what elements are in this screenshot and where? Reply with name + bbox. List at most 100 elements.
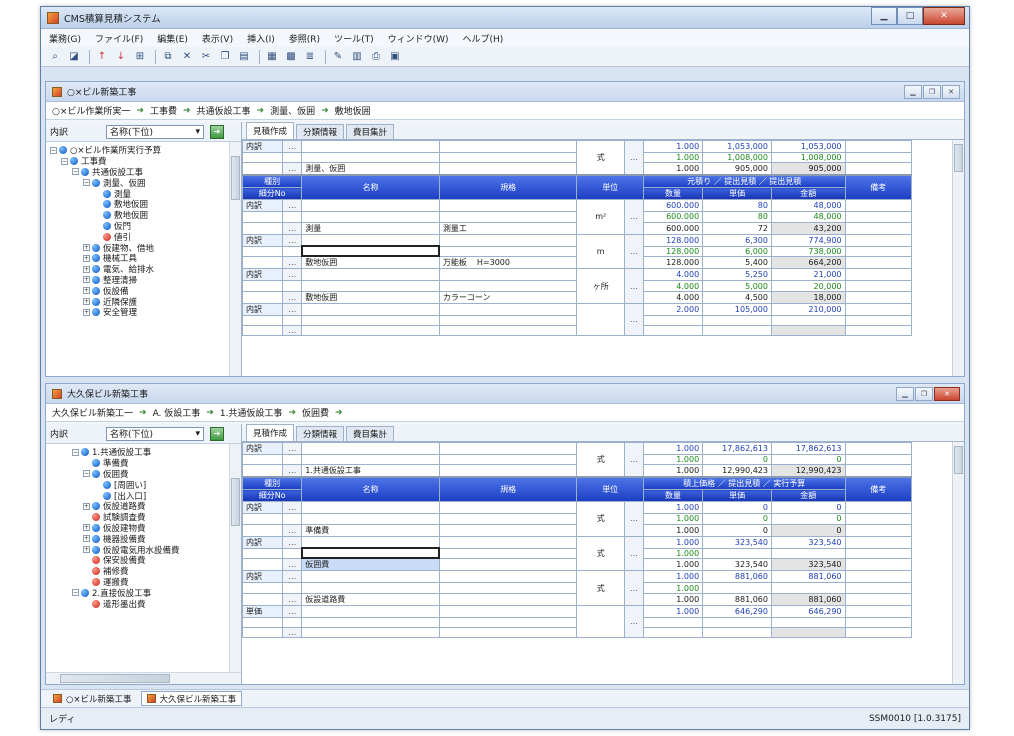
subno-cell[interactable]	[242, 280, 284, 292]
subno-cell[interactable]	[242, 592, 284, 606]
quantity-cell[interactable]	[642, 616, 704, 628]
row-type-cell[interactable]: 内訳	[242, 570, 284, 584]
row-type-cell[interactable]: 内訳	[242, 140, 284, 153]
expand-icon[interactable]: +	[83, 308, 90, 316]
table-row[interactable]: 内訳… 式… 1.000 323,540 323,540	[242, 535, 913, 572]
note-cell[interactable]	[844, 453, 913, 466]
spec-cell[interactable]	[438, 140, 578, 153]
amount-cell[interactable]: 738,000	[770, 245, 846, 257]
ellipsis-button[interactable]: …	[623, 501, 644, 537]
close-icon[interactable]: ✕	[942, 84, 960, 99]
name-cell[interactable]	[301, 582, 440, 594]
ellipsis-button[interactable]: …	[623, 302, 644, 337]
expand-icon[interactable]: +	[83, 265, 90, 273]
tree-node[interactable]: + 仮設電気用水設備費	[50, 544, 227, 556]
amount-cell[interactable]: 323,540	[770, 535, 846, 549]
unit-price-cell[interactable]: 1,008,000	[702, 151, 772, 164]
tree-node[interactable]: − 共通仮設工事	[50, 167, 227, 178]
ellipsis-button[interactable]: …	[623, 604, 644, 639]
ellipsis-button[interactable]: …	[282, 199, 303, 213]
tree-horizontal-scrollbar[interactable]	[46, 672, 241, 684]
tree-node[interactable]: + 仮建物、借地	[50, 242, 227, 254]
name-cell[interactable]	[301, 453, 440, 466]
row-type-cell[interactable]: 内訳	[242, 535, 284, 549]
amount-cell[interactable]: 21,000	[770, 268, 846, 282]
tree-node[interactable]: − 測量、仮囲	[50, 177, 227, 189]
quantity-cell[interactable]: 600.000	[642, 199, 704, 213]
quantity-cell[interactable]: 1.000	[642, 570, 704, 584]
quantity-cell[interactable]: 4.000	[642, 290, 704, 304]
quantity-cell[interactable]: 1.000	[642, 140, 704, 153]
name-cell[interactable]	[301, 535, 440, 549]
subno-cell[interactable]	[242, 245, 284, 257]
note-cell[interactable]	[844, 604, 913, 618]
ellipsis-button[interactable]: …	[623, 535, 644, 572]
insert-row-icon[interactable]: ⊞	[132, 49, 148, 65]
subno-cell[interactable]	[242, 290, 284, 304]
subno-cell[interactable]	[242, 616, 284, 628]
note-cell[interactable]	[844, 523, 913, 537]
row-type-cell[interactable]: 内訳	[242, 302, 284, 316]
tree-node[interactable]: + 機器設備費	[50, 533, 227, 545]
spec-cell[interactable]: 測量工	[438, 221, 578, 235]
menu-insert[interactable]: 挿入(I)	[247, 32, 275, 45]
move-down-icon[interactable]: ↓	[113, 49, 129, 65]
close-icon[interactable]: ✕	[934, 386, 960, 401]
name-cell[interactable]	[301, 314, 440, 326]
unit-price-cell[interactable]	[702, 616, 772, 628]
grid-icon[interactable]: ▩	[283, 49, 299, 65]
spec-cell[interactable]	[438, 280, 578, 292]
breadcrumb-item[interactable]: 敷地仮囲	[335, 104, 371, 117]
menu-file[interactable]: ファイル(F)	[95, 32, 143, 45]
table-row[interactable]: 内訳… 式… 1.000 0 0	[242, 501, 913, 537]
breadcrumb-item[interactable]: A. 仮設工事	[153, 406, 201, 419]
row-type-cell[interactable]: 内訳	[242, 442, 284, 455]
amount-cell[interactable]: 43,200	[770, 221, 846, 235]
amount-cell[interactable]: 20,000	[770, 280, 846, 292]
unit-price-cell[interactable]: 6,300	[702, 233, 772, 247]
unit-price-cell[interactable]: 905,000	[702, 162, 772, 176]
spec-cell[interactable]	[438, 268, 578, 282]
ellipsis-button[interactable]: …	[282, 162, 303, 176]
scrollbar-thumb[interactable]	[954, 144, 963, 172]
quantity-cell[interactable]: 2.000	[642, 302, 704, 316]
quantity-cell[interactable]: 128.000	[642, 245, 704, 257]
ellipsis-button[interactable]: …	[282, 592, 303, 606]
save-icon[interactable]: ▣	[387, 49, 403, 65]
spec-cell[interactable]: 万能板 H=3000	[438, 255, 578, 270]
amount-cell[interactable]	[770, 547, 846, 559]
unit-cell[interactable]: m²	[576, 199, 625, 235]
tree-node[interactable]: 補修費	[50, 566, 227, 577]
spec-cell[interactable]	[438, 199, 578, 213]
amount-cell[interactable]: 646,290	[770, 604, 846, 618]
note-cell[interactable]	[844, 582, 913, 594]
spec-cell[interactable]	[438, 604, 578, 618]
note-cell[interactable]	[844, 501, 913, 515]
quantity-cell[interactable]: 1.000	[642, 592, 704, 606]
name-cell[interactable]: 敷地仮囲	[301, 290, 440, 304]
menu-gyomu[interactable]: 業務(G)	[49, 32, 81, 45]
name-cell[interactable]	[301, 501, 440, 515]
quantity-cell[interactable]: 1.000	[642, 162, 704, 176]
unit-price-cell[interactable]: 1,053,000	[702, 140, 772, 153]
unit-price-cell[interactable]: 105,000	[702, 302, 772, 316]
menu-reference[interactable]: 参照(R)	[289, 32, 320, 45]
tree-node[interactable]: [出入口]	[50, 490, 227, 502]
amount-cell[interactable]: 17,862,613	[770, 442, 846, 455]
unit-price-cell[interactable]: 5,400	[702, 255, 772, 270]
name-cell[interactable]	[301, 626, 440, 639]
table-row[interactable]: 内訳… 式… 1.000 1,053,000 1,053,000	[242, 140, 913, 176]
ellipsis-button[interactable]: …	[282, 290, 303, 304]
collapse-icon[interactable]: −	[83, 470, 90, 478]
unit-price-cell[interactable]: 881,060	[702, 592, 772, 606]
note-cell[interactable]	[844, 314, 913, 326]
name-cell[interactable]	[301, 151, 440, 164]
unit-price-cell[interactable]: 5,000	[702, 280, 772, 292]
name-cell[interactable]	[301, 570, 440, 584]
restore-icon[interactable]: ❐	[923, 84, 941, 99]
tree-scrollbar[interactable]	[229, 142, 241, 376]
unit-cell[interactable]: 式	[576, 501, 625, 537]
name-cell[interactable]	[301, 280, 440, 292]
scrollbar-thumb[interactable]	[954, 446, 963, 474]
quantity-cell[interactable]: 1.000	[642, 501, 704, 515]
